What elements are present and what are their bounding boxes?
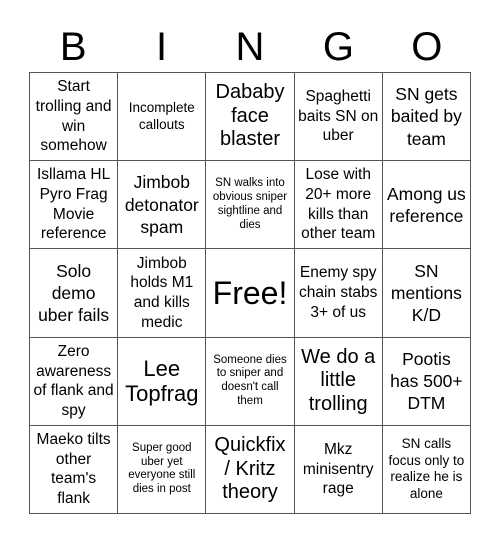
cell-text: Zero awareness of flank and spy: [33, 342, 114, 419]
cell-text: Spaghetti baits SN on uber: [298, 88, 379, 145]
bingo-cell[interactable]: Solo demo uber fails: [30, 249, 119, 338]
cell-text: Someone dies to sniper and doesn't call …: [213, 353, 287, 407]
header-letter-g: G: [322, 25, 354, 69]
cell-text: Mkz minisentry rage: [302, 440, 374, 498]
bingo-cell[interactable]: Someone dies to sniper and doesn't call …: [206, 337, 295, 426]
cell-text: SN walks into obvious sniper sightline a…: [212, 177, 288, 231]
cell-text: Super good uber yet everyone still dies …: [128, 441, 196, 496]
free-space-cell[interactable]: Free!: [206, 249, 295, 338]
cell-text: Solo demo uber fails: [38, 260, 110, 326]
bingo-cell[interactable]: Jimbob detonator spam: [118, 161, 207, 250]
bingo-cell[interactable]: SN mentions K/D: [382, 249, 471, 338]
bingo-cell[interactable]: Incomplete callouts: [118, 73, 207, 162]
bingo-cell[interactable]: SN walks into obvious sniper sightline a…: [206, 161, 295, 250]
bingo-cell[interactable]: Spaghetti baits SN on uber: [294, 73, 383, 162]
bingo-cell[interactable]: Quickfix / Kritz theory: [206, 425, 295, 514]
cell-text: Pootis has 500+ DTM: [390, 348, 463, 414]
cell-text: Jimbob holds M1 and kills medic: [130, 254, 194, 331]
bingo-cell[interactable]: Enemy spy chain stabs 3+ of us: [294, 249, 383, 338]
bingo-cell[interactable]: Among us reference: [382, 161, 471, 250]
cell-text: Lose with 20+ more kills than other team: [301, 166, 376, 243]
bingo-board: Start trolling and win somehow Incomplet…: [29, 72, 471, 514]
header-letter-o: O: [411, 25, 443, 69]
cell-text: Dababy face blaster: [215, 81, 285, 151]
bingo-cell[interactable]: Zero awareness of flank and spy: [30, 337, 119, 426]
cell-text: Maeko tilts other team's flank: [36, 431, 111, 508]
cell-text: Lee Topfrag: [125, 355, 199, 407]
cell-text: Quickfix / Kritz theory: [214, 434, 286, 504]
bingo-cell[interactable]: Lee Topfrag: [118, 337, 207, 426]
bingo-cell[interactable]: Lose with 20+ more kills than other team: [294, 161, 383, 250]
bingo-cell[interactable]: Maeko tilts other team's flank: [30, 425, 119, 514]
cell-text: Incomplete callouts: [128, 99, 195, 132]
bingo-cell[interactable]: Super good uber yet everyone still dies …: [118, 425, 207, 514]
header-letter-i: I: [156, 25, 168, 69]
bingo-cell[interactable]: Isllama HL Pyro Frag Movie reference: [30, 161, 119, 250]
cell-text: Enemy spy chain stabs 3+ of us: [298, 264, 378, 321]
header-letter-b: B: [59, 25, 87, 69]
bingo-header: B I N G O: [29, 22, 471, 72]
free-space-text: Free!: [212, 274, 288, 311]
bingo-cell[interactable]: Pootis has 500+ DTM: [382, 337, 471, 426]
header-letter-n: N: [235, 25, 265, 69]
bingo-cell[interactable]: Jimbob holds M1 and kills medic: [118, 249, 207, 338]
cell-text: Among us reference: [386, 183, 466, 226]
bingo-cell[interactable]: Start trolling and win somehow: [30, 73, 119, 162]
cell-text: SN mentions K/D: [390, 260, 462, 326]
cell-text: We do a little trolling: [301, 345, 376, 415]
cell-text: SN gets baited by team: [390, 84, 462, 149]
bingo-cell[interactable]: Mkz minisentry rage: [294, 425, 383, 514]
bingo-cell[interactable]: Dababy face blaster: [206, 73, 295, 162]
cell-text: Start trolling and win somehow: [35, 78, 112, 155]
bingo-cell[interactable]: SN calls focus only to realize he is alo…: [382, 425, 471, 514]
bingo-cell[interactable]: We do a little trolling: [294, 337, 383, 426]
cell-text: SN calls focus only to realize he is alo…: [388, 435, 465, 502]
bingo-cell[interactable]: SN gets baited by team: [382, 73, 471, 162]
cell-text: Jimbob detonator spam: [124, 172, 199, 237]
cell-text: Isllama HL Pyro Frag Movie reference: [36, 166, 111, 243]
